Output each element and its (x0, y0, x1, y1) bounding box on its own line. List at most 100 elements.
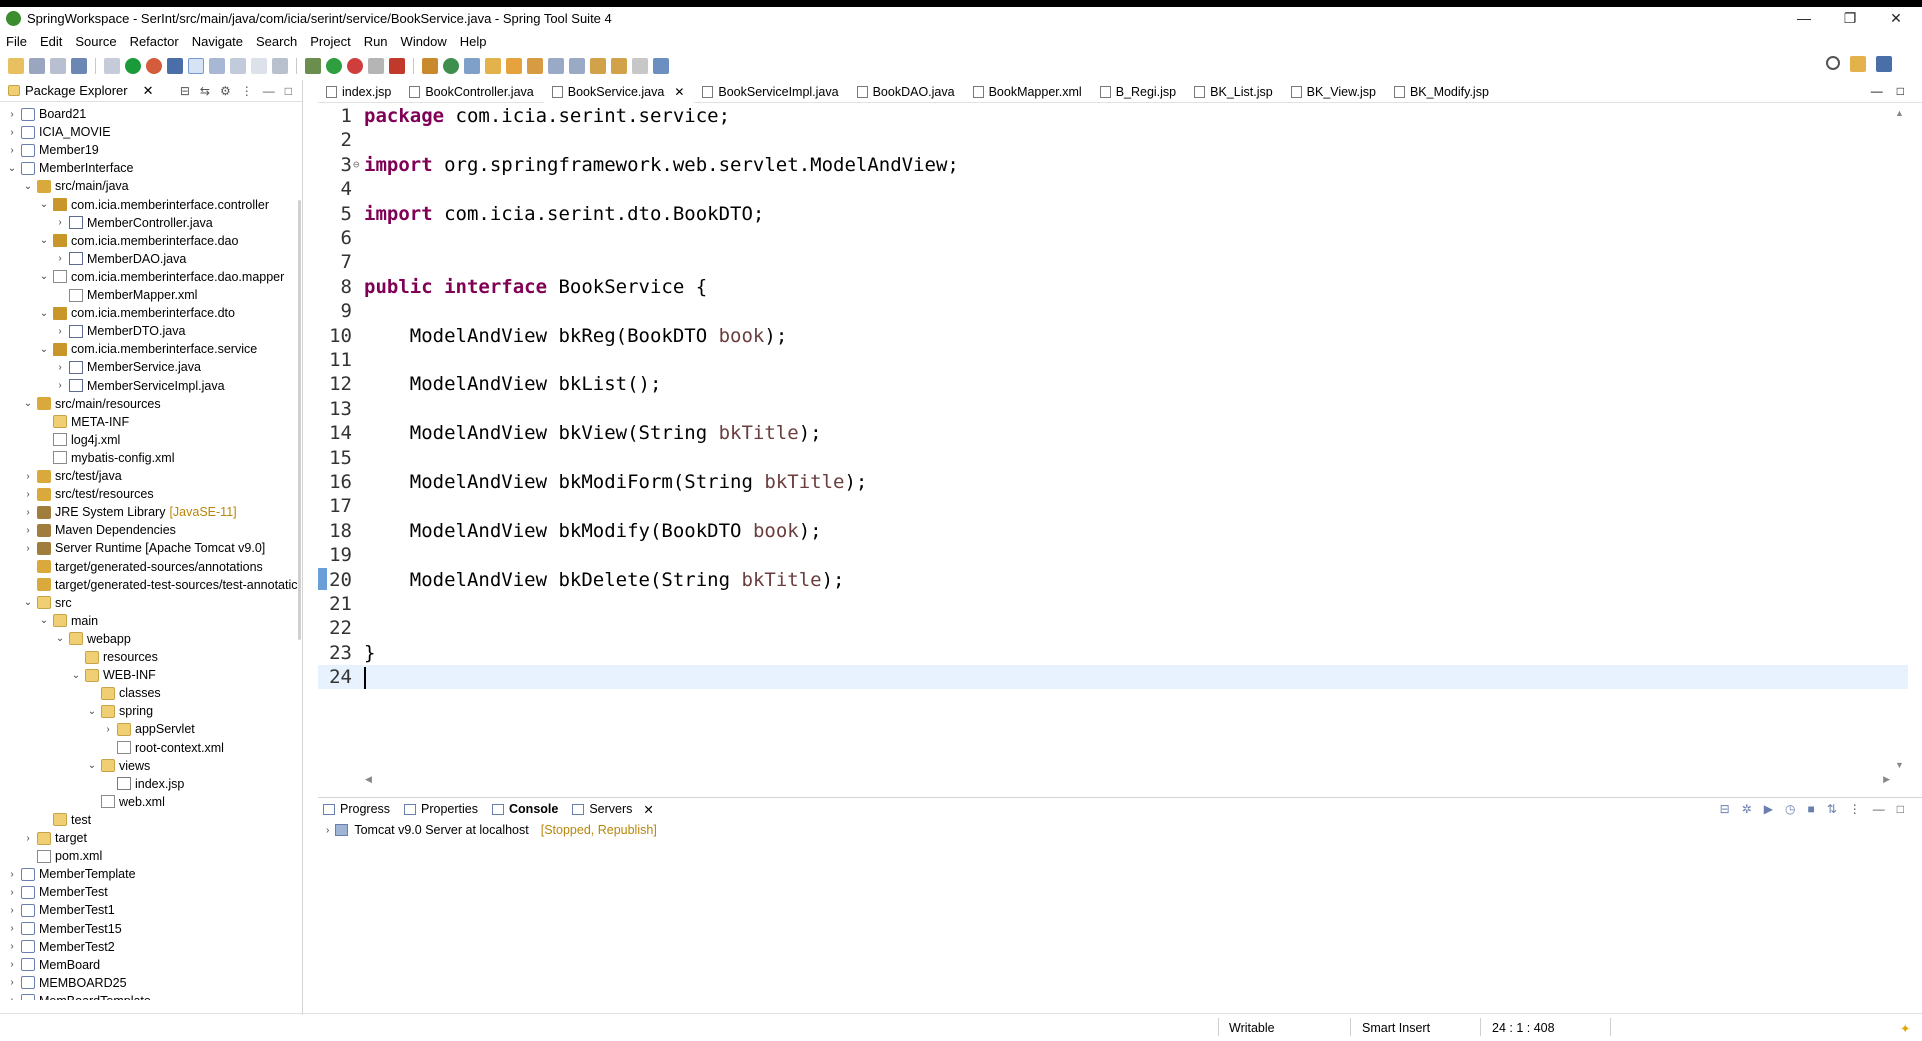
editor-tab[interactable]: BK_List.jsp (1186, 81, 1283, 103)
terminal-icon[interactable] (71, 58, 87, 74)
chevron-right-icon[interactable]: › (6, 869, 18, 880)
tree-item[interactable]: › MemberTest1 (6, 901, 114, 919)
code-line[interactable]: 12 ModelAndView bkList(); (318, 372, 1908, 396)
tree-item[interactable]: ⌄ MemberInterface (6, 159, 134, 177)
tree-item[interactable]: ⌄ main (38, 612, 98, 630)
next-annotation-icon[interactable] (548, 58, 564, 74)
tree-item[interactable]: ⌄ src/main/resources (22, 395, 161, 413)
chevron-down-icon[interactable]: ⌄ (38, 308, 50, 319)
tree-item[interactable]: ⌄ spring (86, 702, 153, 720)
tree-vertical-scrollbar[interactable] (298, 200, 301, 640)
menu-navigate[interactable]: Navigate (192, 34, 243, 49)
chevron-right-icon[interactable]: › (6, 923, 18, 934)
chevron-right-icon[interactable]: › (22, 507, 34, 518)
open-folder-icon[interactable] (485, 58, 501, 74)
tree-item[interactable]: test (38, 811, 91, 829)
publish-icon[interactable]: ⇅ (1827, 802, 1837, 816)
editor-vertical-scrollbar[interactable]: ▲ ▼ (1895, 104, 1905, 774)
tree-item[interactable]: › MemberTemplate (6, 865, 135, 883)
tree-item[interactable]: mybatis-config.xml (38, 449, 175, 467)
code-line[interactable]: 13 (318, 397, 1908, 421)
back-icon[interactable] (611, 58, 627, 74)
code-line[interactable]: 14 ModelAndView bkView(String bkTitle); (318, 421, 1908, 445)
close-tab-icon[interactable]: ✕ (643, 802, 653, 817)
menu-window[interactable]: Window (401, 34, 447, 49)
menu-project[interactable]: Project (310, 34, 350, 49)
chevron-right-icon[interactable]: › (22, 525, 34, 536)
tree-item[interactable]: › MemberService.java (54, 358, 201, 376)
code-line[interactable]: 3 ⊖ import org.springframework.web.servlet… (318, 153, 1908, 177)
editor-tab[interactable]: B_Regi.jsp (1092, 81, 1186, 103)
tree-item[interactable]: › Board21 (6, 105, 86, 123)
chevron-down-icon[interactable]: ⌄ (22, 398, 34, 409)
tree-item[interactable]: log4j.xml (38, 431, 120, 449)
code-line[interactable]: 9 (318, 299, 1908, 323)
editor-tab[interactable]: BK_View.jsp (1283, 81, 1386, 103)
chevron-right-icon[interactable]: › (22, 543, 34, 554)
code-line[interactable]: 21 (318, 592, 1908, 616)
open-task-icon[interactable] (464, 58, 480, 74)
maximize-view-icon[interactable]: □ (1897, 802, 1904, 816)
view-menu-icon[interactable]: ⋮ (241, 84, 253, 98)
tree-item[interactable]: › MemberTest (6, 883, 107, 901)
tree-item[interactable]: target/generated-sources/annotations (22, 558, 263, 576)
chevron-down-icon[interactable]: ⌄ (38, 199, 50, 210)
start-server-icon[interactable]: ▶ (1764, 802, 1773, 816)
java-perspective-icon[interactable] (1876, 56, 1892, 72)
restore-button[interactable]: ❐ (1827, 7, 1873, 29)
chevron-down-icon[interactable]: ⌄ (54, 633, 66, 644)
chevron-right-icon[interactable]: › (6, 145, 18, 156)
tree-item[interactable]: › Member19 (6, 141, 98, 159)
tree-item[interactable]: root-context.xml (102, 739, 224, 757)
menu-source[interactable]: Source (75, 34, 116, 49)
editor-horizontal-scrollbar[interactable]: ◀ ▶ (365, 774, 1890, 786)
editor-tab[interactable]: BookServiceImpl.java (694, 81, 848, 103)
external-tools-icon[interactable] (389, 58, 405, 74)
word-wrap-icon[interactable] (230, 58, 246, 74)
menu-search[interactable]: Search (256, 34, 297, 49)
lightbulb-icon[interactable]: ✦ (1900, 1021, 1910, 1036)
chevron-right-icon[interactable]: › (6, 959, 18, 970)
tree-item[interactable]: › MemBoard (6, 956, 100, 974)
chevron-right-icon[interactable]: › (22, 471, 34, 482)
tree-item[interactable]: ⌄ com.icia.memberinterface.dto (38, 304, 235, 322)
tree-item[interactable]: target/generated-test-sources/test-annot… (22, 576, 298, 594)
chevron-down-icon[interactable]: ⌄ (86, 760, 98, 771)
tree-item[interactable]: ⌄ com.icia.memberinterface.controller (38, 196, 269, 214)
code-line[interactable]: 1 package com.icia.serint.service; (318, 104, 1908, 128)
tree-item[interactable]: ⌄ src (22, 594, 72, 612)
code-line[interactable]: 22 (318, 616, 1908, 640)
code-editor[interactable]: 1 package com.icia.serint.service; 2 3 ⊖ impo… (318, 104, 1908, 774)
spring-boot-icon[interactable] (125, 58, 141, 74)
tree-item[interactable]: › ICIA_MOVIE (6, 123, 110, 141)
tree-item[interactable]: › appServlet (102, 720, 194, 738)
tree-item[interactable]: ⌄ WEB-INF (70, 666, 156, 684)
tree-item[interactable]: › MemberController.java (54, 214, 212, 232)
tree-item[interactable]: › Server Runtime [Apache Tomcat v9.0] (22, 539, 265, 557)
package-explorer-tab[interactable]: Package Explorer ✕ (8, 83, 154, 99)
last-edit-icon[interactable] (590, 58, 606, 74)
tree-item[interactable]: ⌄ src/main/java (22, 177, 129, 195)
chevron-down-icon[interactable]: ⌄ (22, 597, 34, 608)
close-window-button[interactable]: ✕ (1873, 7, 1919, 29)
close-icon[interactable]: ✕ (143, 83, 154, 99)
tree-item[interactable]: › JRE System Library [JavaSE-11] (22, 503, 236, 521)
fold-icon[interactable]: ⊖ (353, 153, 360, 177)
filter-icon[interactable]: ⚙ (220, 84, 231, 98)
tree-item[interactable]: › MemberServiceImpl.java (54, 377, 224, 395)
bottom-tab[interactable]: Progress (323, 802, 390, 816)
minimize-editor-icon[interactable]: — (1871, 84, 1883, 98)
menu-edit[interactable]: Edit (40, 34, 62, 49)
code-line[interactable]: 17 (318, 494, 1908, 518)
relaunch-icon[interactable] (146, 58, 162, 74)
chevron-right-icon[interactable]: › (6, 941, 18, 952)
run-icon[interactable] (326, 58, 342, 74)
chevron-right-icon[interactable]: › (6, 977, 18, 988)
chevron-down-icon[interactable]: ⌄ (38, 344, 50, 355)
code-line[interactable]: 16 ModelAndView bkModiForm(String bkTitl… (318, 470, 1908, 494)
tree-item[interactable]: META-INF (38, 413, 129, 431)
code-line[interactable]: 19 (318, 543, 1908, 567)
chevron-down-icon[interactable]: ⌄ (38, 615, 50, 626)
tree-item[interactable]: › MemberDTO.java (54, 322, 185, 340)
maximize-view-icon[interactable]: □ (285, 84, 292, 98)
